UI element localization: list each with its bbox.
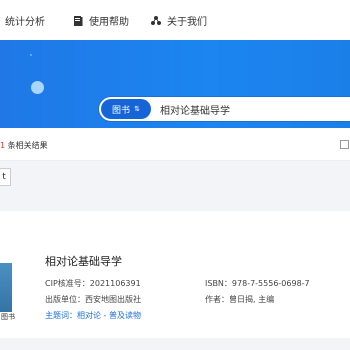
isbn-label: ISBN： — [205, 279, 232, 288]
nav-about[interactable]: 关于我们 — [150, 13, 207, 28]
select-all-checkbox[interactable] — [340, 140, 349, 149]
sort-button[interactable]: t — [0, 168, 11, 186]
top-nav: 统计分析 使用帮助 关于我们 — [0, 0, 350, 40]
nav-stats-label: 统计分析 — [5, 17, 45, 28]
isbn-row: ISBN：978-7-5556-0698-7 — [205, 278, 310, 289]
author-label: 作者： — [205, 295, 229, 304]
nav-help-label: 使用帮助 — [89, 17, 129, 28]
result-count-text: 条相关结果 — [5, 141, 48, 150]
search-bar: 图书 ⇅ — [98, 96, 350, 122]
author-row: 作者：曾日揭, 主编 — [205, 294, 274, 305]
decor-bubble — [31, 81, 44, 94]
subject-row: 主题词：相对论 - 普及读物 — [45, 310, 141, 321]
search-type-select[interactable]: 图书 ⇅ — [101, 99, 151, 119]
result-count: 1 条相关结果 — [0, 140, 48, 151]
publisher-value: 西安地图出版社 — [85, 295, 141, 304]
book-title[interactable]: 相对论基础导学 — [45, 253, 122, 269]
cip-value: 2021106391 — [89, 279, 141, 288]
share-icon — [151, 15, 161, 25]
book-cover-label: 图书 — [0, 312, 16, 322]
cip-row: CIP核准号：2021106391 — [45, 278, 141, 289]
publisher-label: 出版单位： — [45, 295, 85, 304]
nav-stats[interactable]: 统计分析 — [0, 13, 45, 28]
cip-label: CIP核准号： — [45, 279, 90, 288]
decor-dot — [30, 54, 32, 56]
subject-label: 主题词： — [45, 311, 77, 320]
search-banner: 图书 ⇅ — [0, 40, 350, 128]
book-icon — [74, 15, 83, 26]
nav-help[interactable]: 使用帮助 — [72, 13, 129, 28]
search-type-label: 图书 — [112, 105, 131, 116]
subject-value[interactable]: 相对论 - 普及读物 — [77, 311, 141, 320]
publisher-row: 出版单位：西安地图出版社 — [45, 294, 141, 305]
sort-label: t — [2, 172, 6, 182]
result-card[interactable]: 图书 相对论基础导学 CIP核准号：2021106391 ISBN：978-7-… — [0, 211, 350, 338]
sort-arrows-icon: ⇅ — [134, 105, 140, 113]
search-input[interactable] — [160, 103, 350, 115]
nav-about-label: 关于我们 — [167, 17, 207, 28]
result-bar: 1 条相关结果 — [0, 128, 350, 161]
isbn-value: 978-7-5556-0698-7 — [231, 279, 310, 288]
author-value: 曾日揭, 主编 — [229, 295, 275, 304]
